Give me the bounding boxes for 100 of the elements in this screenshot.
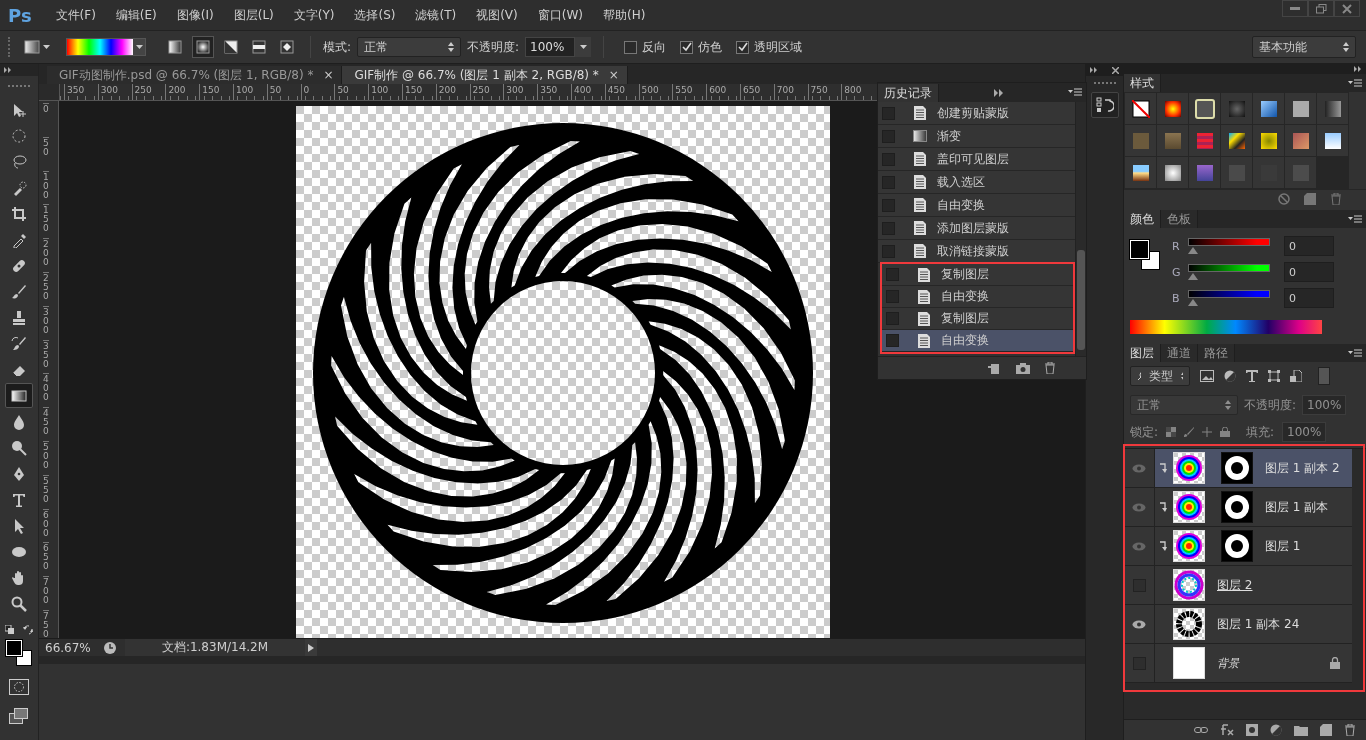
mask-icon[interactable]: [1246, 724, 1258, 736]
expand-icon[interactable]: [1090, 67, 1098, 73]
history-step[interactable]: 复制图层: [941, 310, 989, 327]
history-panel-button[interactable]: [1090, 92, 1119, 118]
style-swatch[interactable]: [1285, 93, 1316, 124]
expand-icon[interactable]: [4, 67, 12, 73]
color-swatch-picker[interactable]: [6, 640, 32, 666]
color-swatch-picker[interactable]: [1130, 240, 1160, 270]
history-step[interactable]: 添加图层蒙版: [937, 219, 1009, 237]
panel-menu-icon[interactable]: [1348, 78, 1362, 88]
swap-arrows-icon[interactable]: [23, 625, 33, 635]
history-step[interactable]: 自由变换: [937, 196, 985, 214]
style-swatch[interactable]: [1221, 93, 1252, 124]
status-menu-button[interactable]: [305, 639, 317, 656]
history-step[interactable]: 复制图层: [941, 266, 989, 283]
zoom-level[interactable]: 66.67%: [39, 640, 95, 655]
filter-toggle[interactable]: [1318, 367, 1330, 385]
link-icon[interactable]: [1194, 725, 1208, 735]
restore-button[interactable]: [1308, 0, 1334, 17]
trash-icon[interactable]: [1344, 724, 1356, 736]
type-icon[interactable]: [1246, 370, 1258, 382]
menu-item[interactable]: 视图(V): [466, 6, 528, 24]
style-swatch[interactable]: [1285, 157, 1316, 188]
trash-icon[interactable]: [1044, 362, 1056, 374]
effects-icon[interactable]: [1220, 724, 1234, 736]
style-swatch[interactable]: [1253, 93, 1284, 124]
menu-item[interactable]: 图像(I): [166, 6, 224, 24]
camera-icon[interactable]: [1016, 362, 1030, 374]
half-circle-icon[interactable]: [1224, 370, 1236, 382]
shape-icon[interactable]: [1268, 370, 1280, 382]
checkbox[interactable]: 反向: [624, 38, 667, 56]
history-item[interactable]: 自由变换: [882, 330, 1073, 352]
close-tab-button[interactable]: ×: [323, 68, 334, 82]
style-swatch[interactable]: [1125, 93, 1156, 124]
tool-button[interactable]: [5, 383, 33, 408]
opacity-field[interactable]: 100%: [525, 37, 576, 57]
menu-item[interactable]: 窗口(W): [527, 6, 593, 24]
default-colors-icon[interactable]: [5, 625, 15, 635]
panel-tab[interactable]: 色板: [1161, 210, 1198, 228]
opacity-dropdown-button[interactable]: [575, 37, 592, 57]
tab-title[interactable]: GIF制作 @ 66.7% (图层 1 副本 2, RGB/8) *: [354, 66, 599, 84]
tab-title[interactable]: GIF动图制作.psd @ 66.7% (图层 1, RGB/8) *: [59, 66, 314, 84]
style-swatch[interactable]: [1221, 125, 1252, 156]
style-swatch[interactable]: [1189, 125, 1220, 156]
document-tab[interactable]: GIF动图制作.psd @ 66.7% (图层 1, RGB/8) * ×: [47, 66, 343, 84]
panel-tab[interactable]: 历史记录: [878, 84, 939, 102]
menu-item[interactable]: 图层(L): [223, 6, 284, 24]
style-swatch[interactable]: [1157, 93, 1188, 124]
minimize-button[interactable]: [1282, 0, 1308, 17]
collapse-icon[interactable]: [1354, 66, 1362, 72]
checkbox-box[interactable]: [736, 40, 750, 54]
grip-handle[interactable]: [1093, 82, 1116, 87]
menu-item[interactable]: 帮助(H): [593, 6, 656, 24]
style-swatch[interactable]: [1221, 157, 1252, 188]
style-swatch[interactable]: [1317, 93, 1348, 124]
folder-icon[interactable]: [1294, 724, 1308, 736]
panel-menu-icon[interactable]: [1068, 88, 1082, 97]
menu-item[interactable]: 编辑(E): [105, 6, 167, 24]
history-step[interactable]: 盖印可见图层: [937, 150, 1009, 168]
color-spectrum[interactable]: [1130, 320, 1322, 334]
workspace-dropdown[interactable]: 基本功能: [1252, 36, 1356, 58]
channel-slider[interactable]: [1188, 290, 1270, 306]
history-step[interactable]: 载入选区: [937, 173, 985, 191]
history-step[interactable]: 渐变: [937, 127, 961, 145]
collapse-icon[interactable]: [993, 88, 1004, 97]
checker-icon[interactable]: [1166, 427, 1177, 437]
checkbox[interactable]: 透明区域: [736, 38, 803, 56]
lock-icon[interactable]: [1220, 427, 1231, 437]
channel-value[interactable]: 0: [1284, 288, 1334, 308]
image-icon[interactable]: [1200, 370, 1214, 382]
clock-icon[interactable]: [103, 640, 117, 655]
slider-thumb[interactable]: [1188, 299, 1198, 306]
style-swatch[interactable]: [1125, 157, 1156, 188]
menu-item[interactable]: 文字(Y): [283, 6, 345, 24]
style-swatch[interactable]: [1253, 125, 1284, 156]
close-button[interactable]: [1334, 0, 1360, 17]
panel-menu-icon[interactable]: [1348, 214, 1362, 224]
close-tab-button[interactable]: ×: [608, 68, 619, 82]
slider-thumb[interactable]: [1188, 247, 1198, 254]
close-icon[interactable]: [1112, 66, 1119, 74]
panel-tab[interactable]: 颜色: [1124, 210, 1161, 228]
channel-value[interactable]: 0: [1284, 262, 1334, 282]
menu-item[interactable]: 文件(F): [45, 6, 106, 24]
style-swatch[interactable]: [1157, 157, 1188, 188]
half-circle-icon[interactable]: [1270, 724, 1282, 736]
history-step[interactable]: 自由变换: [941, 332, 989, 349]
gradient-picker[interactable]: [66, 38, 146, 56]
slider-thumb[interactable]: [1188, 273, 1198, 280]
new-document-icon[interactable]: [988, 362, 1002, 374]
history-step[interactable]: 取消链接蒙版: [937, 242, 1009, 260]
menu-item[interactable]: 滤镜(T): [405, 6, 467, 24]
mode-dropdown[interactable]: 正常: [357, 37, 462, 57]
document-tab[interactable]: GIF制作 @ 66.7% (图层 1 副本 2, RGB/8) * ×: [342, 66, 628, 84]
style-swatch[interactable]: [1285, 125, 1316, 156]
menu-item[interactable]: 选择(S): [344, 6, 406, 24]
checkbox-box[interactable]: [680, 40, 694, 54]
clear-style-icon[interactable]: [1278, 193, 1290, 205]
app-logo[interactable]: Ps: [0, 4, 46, 26]
brush-icon[interactable]: [1184, 427, 1195, 437]
trash-icon[interactable]: [1330, 193, 1342, 205]
